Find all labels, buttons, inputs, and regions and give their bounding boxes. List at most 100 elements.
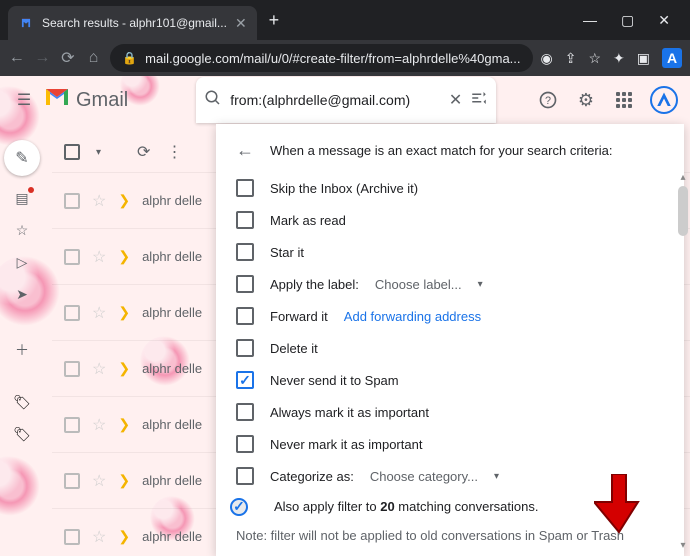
tab-close-icon[interactable]: ✕ <box>235 15 247 32</box>
reload-icon[interactable]: ⟳ <box>59 46 77 70</box>
refresh-icon[interactable]: ⟳ <box>137 142 150 162</box>
checkbox[interactable] <box>236 179 254 197</box>
star-icon[interactable]: ☆ <box>92 359 106 379</box>
starred-icon[interactable]: ☆ <box>10 220 34 240</box>
option-star-it[interactable]: Star it <box>236 243 664 261</box>
window-min-icon[interactable]: — <box>583 12 597 29</box>
search-icon[interactable] <box>204 89 222 112</box>
scroll-up-icon[interactable]: ▴ <box>676 172 690 186</box>
option-delete[interactable]: Delete it <box>236 339 664 357</box>
star-icon[interactable]: ☆ <box>92 247 106 267</box>
search-box[interactable]: from:(alphrdelle@gmail.com) ✕ <box>196 77 496 123</box>
star-icon[interactable]: ☆ <box>92 527 106 547</box>
row-checkbox[interactable] <box>64 193 80 209</box>
important-icon[interactable]: ❯ <box>118 360 130 377</box>
checkbox-checked[interactable] <box>230 498 248 516</box>
compose-button[interactable]: ✎ <box>4 140 40 176</box>
star-icon[interactable]: ☆ <box>92 471 106 491</box>
checkbox[interactable] <box>236 467 254 485</box>
category-select[interactable]: Choose category... <box>370 469 478 484</box>
label-1-icon[interactable]: 🏷 <box>10 392 34 412</box>
important-icon[interactable]: ❯ <box>118 416 130 433</box>
row-checkbox[interactable] <box>64 249 80 265</box>
checkbox[interactable] <box>236 403 254 421</box>
star-icon[interactable]: ☆ <box>92 415 106 435</box>
new-tab-button[interactable]: + <box>269 10 280 31</box>
label-2-icon[interactable]: 🏷 <box>10 424 34 444</box>
row-checkbox[interactable] <box>64 361 80 377</box>
settings-icon[interactable]: ⚙ <box>574 88 598 112</box>
bookmark-icon[interactable]: ☆ <box>588 50 601 67</box>
address-bar[interactable]: 🔒 mail.google.com/mail/u/0/#create-filte… <box>110 44 532 72</box>
row-checkbox[interactable] <box>64 473 80 489</box>
vertical-scrollbar[interactable] <box>676 186 690 556</box>
checkbox[interactable] <box>236 275 254 293</box>
option-label: Star it <box>270 245 304 260</box>
inbox-icon[interactable]: ▤ <box>10 188 34 208</box>
important-icon[interactable]: ❯ <box>118 304 130 321</box>
main-menu-icon[interactable]: ☰ <box>12 88 36 112</box>
qr-icon[interactable]: ▣ <box>637 50 650 67</box>
option-never-spam[interactable]: Never send it to Spam <box>236 371 664 389</box>
clear-search-icon[interactable]: ✕ <box>449 90 462 110</box>
select-dropdown-icon[interactable]: ▾ <box>96 147 101 158</box>
chevron-down-icon[interactable]: ▾ <box>494 471 499 482</box>
checkbox-checked[interactable] <box>236 371 254 389</box>
gmail-logo[interactable]: Gmail <box>44 87 128 113</box>
snoozed-icon[interactable]: ▷ <box>10 252 34 272</box>
search-options-icon[interactable] <box>470 89 488 112</box>
eye-icon[interactable]: ◉ <box>541 50 553 67</box>
mail-sender: alphr delle <box>142 529 202 544</box>
forward-icon[interactable]: → <box>34 46 52 70</box>
option-also-apply[interactable]: Also apply filter to 20 matching convers… <box>236 499 664 514</box>
chevron-down-icon[interactable]: ▾ <box>478 279 483 290</box>
option-skip-inbox[interactable]: Skip the Inbox (Archive it) <box>236 179 664 197</box>
checkbox[interactable] <box>236 307 254 325</box>
checkbox[interactable] <box>236 243 254 261</box>
back-icon[interactable]: ← <box>236 140 254 161</box>
account-avatar[interactable] <box>650 86 678 114</box>
row-checkbox[interactable] <box>64 417 80 433</box>
window-close-icon[interactable]: ✕ <box>658 12 670 29</box>
extensions-icon[interactable]: ✦ <box>613 50 625 67</box>
option-mark-read[interactable]: Mark as read <box>236 211 664 229</box>
row-checkbox[interactable] <box>64 529 80 545</box>
add-forwarding-link[interactable]: Add forwarding address <box>344 309 481 324</box>
sent-icon[interactable]: ➤ <box>10 284 34 304</box>
window-max-icon[interactable]: ▢ <box>621 12 634 29</box>
select-all-checkbox[interactable] <box>64 144 80 160</box>
option-apply-label[interactable]: Apply the label: Choose label... ▾ <box>236 275 664 293</box>
star-icon[interactable]: ☆ <box>92 303 106 323</box>
option-never-important[interactable]: Never mark it as important <box>236 435 664 453</box>
option-label: Always mark it as important <box>270 405 429 420</box>
apps-icon[interactable] <box>612 88 636 112</box>
important-icon[interactable]: ❯ <box>118 472 130 489</box>
option-always-important[interactable]: Always mark it as important <box>236 403 664 421</box>
add-label-icon[interactable]: ＋ <box>10 340 34 360</box>
mail-sender: alphr delle <box>142 361 202 376</box>
important-icon[interactable]: ❯ <box>118 248 130 265</box>
option-label: Apply the label: <box>270 277 359 292</box>
star-icon[interactable]: ☆ <box>92 191 106 211</box>
checkbox[interactable] <box>236 211 254 229</box>
important-icon[interactable]: ❯ <box>118 528 130 545</box>
option-forward[interactable]: Forward it Add forwarding address <box>236 307 664 325</box>
scroll-down-icon[interactable]: ▾ <box>676 540 690 554</box>
support-icon[interactable]: ? <box>536 88 560 112</box>
row-checkbox[interactable] <box>64 305 80 321</box>
label-select[interactable]: Choose label... <box>375 277 462 292</box>
important-icon[interactable]: ❯ <box>118 192 130 209</box>
mail-sender: alphr delle <box>142 193 202 208</box>
scrollbar-thumb[interactable] <box>678 186 688 236</box>
more-actions-icon[interactable]: ⋮ <box>166 142 182 162</box>
home-icon[interactable]: ⌂ <box>85 46 103 70</box>
browser-tab[interactable]: Search results - alphr101@gmail... ✕ <box>8 6 257 40</box>
checkbox[interactable] <box>236 435 254 453</box>
extension-badge[interactable]: A <box>662 48 682 68</box>
checkbox[interactable] <box>236 339 254 357</box>
option-label: Mark as read <box>270 213 346 228</box>
back-icon[interactable]: ← <box>8 46 26 70</box>
filter-heading: When a message is an exact match for you… <box>270 143 612 158</box>
share-icon[interactable]: ⇪ <box>565 50 577 67</box>
option-categorize[interactable]: Categorize as: Choose category... ▾ <box>236 467 664 485</box>
